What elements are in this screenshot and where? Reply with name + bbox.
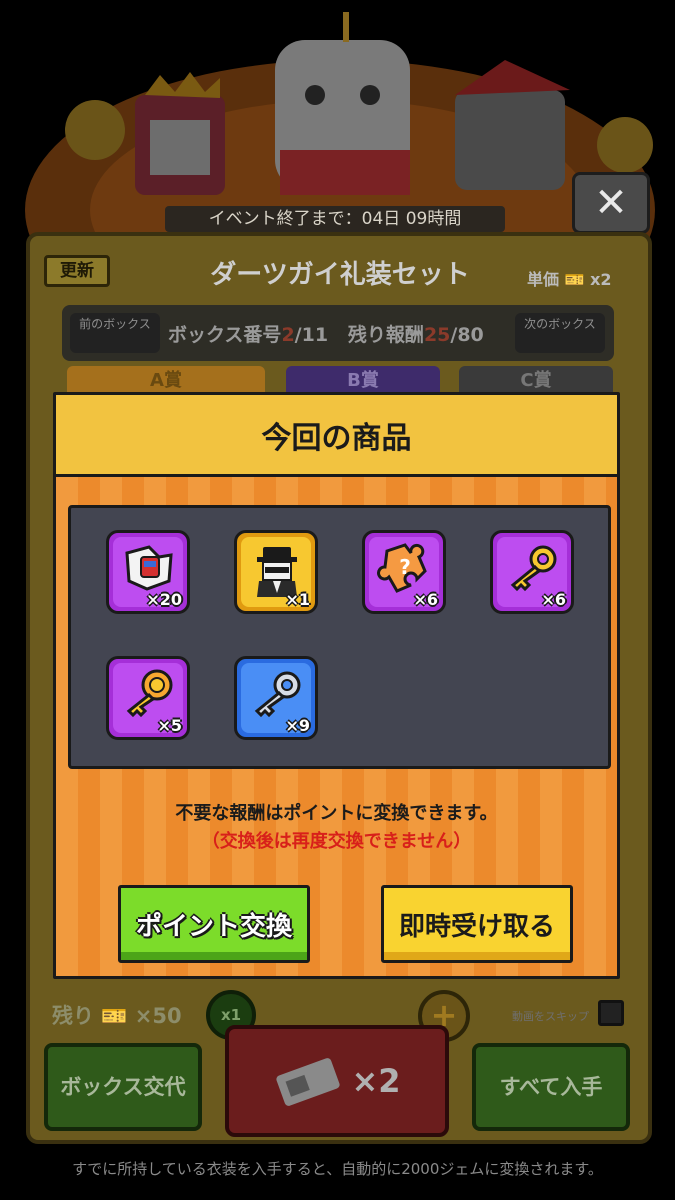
set-title: ダーツガイ礼装セット xyxy=(210,260,470,290)
reward-count: ×1 xyxy=(285,590,310,609)
footer-note: すでに所持している衣装を入手すると、自動的に2000ジェムに変換されます。 xyxy=(72,1160,603,1178)
modal-header: 今回の商品 xyxy=(56,395,617,477)
ticket-icon: 🎫 xyxy=(564,270,585,289)
close-button[interactable]: ✕ xyxy=(572,172,650,234)
claim-now-button[interactable]: 即時受け取る xyxy=(381,885,573,963)
tab-b-prize[interactable]: B賞 xyxy=(286,366,440,394)
draw-mult: ×2 xyxy=(351,1062,401,1100)
close-icon: ✕ xyxy=(594,180,628,226)
reward-item[interactable]: ×1 xyxy=(234,530,318,614)
remaining-rewards-total: /80 xyxy=(450,324,484,346)
remaining-rewards-label: 残り報酬 xyxy=(347,324,424,346)
reward-item[interactable]: ? ×6 xyxy=(362,530,446,614)
remaining-rewards-current: 25 xyxy=(423,324,451,346)
unit-price-label: 単価 xyxy=(527,270,560,289)
tab-a-prize[interactable]: A賞 xyxy=(67,366,265,394)
box-swap-button[interactable]: ボックス交代 xyxy=(44,1043,202,1131)
event-banner-art xyxy=(25,12,655,240)
reward-count: ×9 xyxy=(285,716,310,735)
box-info: ボックス番号2/11 残り報酬25/80 xyxy=(168,320,484,347)
unit-price-mult: x2 xyxy=(590,270,612,289)
reward-grid: ×20 ×1 ? ×6 ×6 ×5 ×9 xyxy=(68,505,611,769)
reward-count: ×20 xyxy=(146,590,182,609)
reward-count: ×6 xyxy=(541,590,566,609)
character-piece-icon xyxy=(125,545,173,591)
conversion-warning: （交換後は再度交換できません） xyxy=(201,831,472,852)
ticket-icon xyxy=(276,1058,341,1106)
reward-preview-modal: 今回の商品 ×20 ×1 ? ×6 ×6 ×5 ×9 不要な報酬はポイントに変換… xyxy=(53,392,620,979)
reward-item[interactable]: ×5 xyxy=(106,656,190,740)
remaining-tickets-label: 残り xyxy=(52,1004,94,1028)
box-number-label: ボックス番号 xyxy=(168,324,282,346)
reward-item[interactable]: ×6 xyxy=(490,530,574,614)
box-number-total: /11 xyxy=(294,324,329,346)
skip-video-checkbox[interactable] xyxy=(598,1000,624,1026)
conversion-info: 不要な報酬はポイントに変換できます。 xyxy=(175,803,498,824)
point-exchange-button[interactable]: ポイント交換 xyxy=(118,885,310,963)
gold-lion-key-icon xyxy=(126,669,173,718)
box-number-current: 2 xyxy=(281,324,295,346)
tab-c-prize[interactable]: C賞 xyxy=(459,366,613,394)
event-timer: イベント終了まで：04日 09時間 xyxy=(165,206,505,232)
draw-button[interactable]: ×2 xyxy=(225,1025,449,1137)
get-all-button[interactable]: すべて入手 xyxy=(472,1043,630,1131)
remaining-tickets: 残り 🎫 ×50 xyxy=(52,1000,182,1030)
reward-count: ×6 xyxy=(413,590,438,609)
svg-text:?: ? xyxy=(399,555,411,579)
refresh-button[interactable]: 更新 xyxy=(44,255,110,287)
next-box-button[interactable]: 次のボックス xyxy=(515,313,605,353)
reward-item[interactable]: ×9 xyxy=(234,656,318,740)
mystery-puzzle-piece-icon: ? xyxy=(377,543,427,593)
reward-item[interactable]: ×20 xyxy=(106,530,190,614)
silver-key-icon xyxy=(254,671,301,718)
remaining-tickets-count: ×50 xyxy=(134,1004,182,1028)
reward-count: ×5 xyxy=(157,716,182,735)
gold-key-icon xyxy=(510,545,557,592)
unit-price: 単価 🎫 x2 xyxy=(527,266,612,290)
modal-title: 今回の商品 xyxy=(261,420,412,456)
prev-box-button[interactable]: 前のボックス xyxy=(70,313,160,353)
skip-video-label: 動画をスキップ xyxy=(512,1010,589,1023)
ticket-icon: 🎫 xyxy=(101,1004,128,1028)
